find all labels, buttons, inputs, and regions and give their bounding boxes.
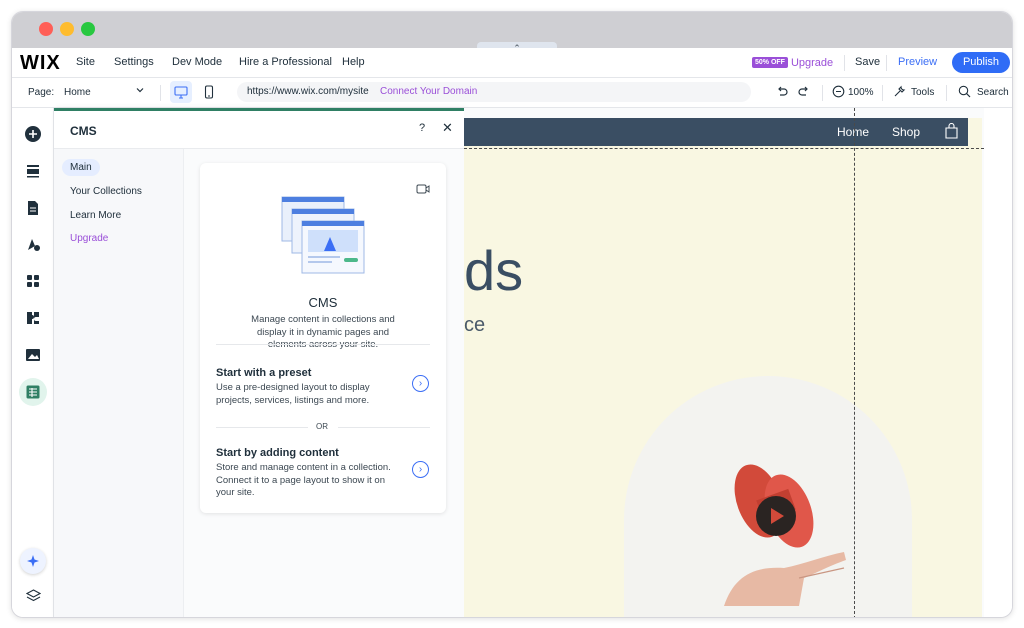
editor-toolbar: Page: Home https://www.wix.com/mysite Co… bbox=[12, 78, 1012, 108]
preset-option-title[interactable]: Start with a preset bbox=[216, 367, 311, 379]
desktop-view-button[interactable] bbox=[170, 81, 192, 103]
panel-title: CMS bbox=[70, 124, 97, 138]
nav-learn-more[interactable]: Learn More bbox=[70, 210, 121, 221]
video-tutorial-icon[interactable] bbox=[416, 181, 430, 199]
divider bbox=[216, 344, 430, 345]
undo-icon[interactable] bbox=[775, 85, 789, 102]
cms-intro-card: CMS Manage content in collections and di… bbox=[200, 163, 446, 513]
minimize-window-button[interactable] bbox=[60, 22, 74, 36]
hero-subheading[interactable]: ce bbox=[464, 314, 485, 337]
maximize-window-button[interactable] bbox=[81, 22, 95, 36]
card-title: CMS bbox=[308, 295, 338, 310]
apps-icon[interactable] bbox=[21, 269, 45, 293]
site-preview[interactable]: Home Shop ds ce bbox=[464, 118, 982, 617]
divider bbox=[886, 55, 887, 71]
preview-button[interactable]: Preview bbox=[898, 56, 937, 68]
divider bbox=[822, 85, 823, 101]
save-button[interactable]: Save bbox=[855, 56, 880, 68]
top-menu-bar: WIX Site Settings Dev Mode Hire a Profes… bbox=[12, 48, 1012, 78]
ai-assistant-button[interactable] bbox=[20, 548, 46, 574]
chevron-down-icon[interactable] bbox=[135, 85, 145, 98]
divider bbox=[882, 85, 883, 101]
wix-logo: WIX bbox=[20, 52, 61, 74]
add-content-option-title[interactable]: Start by adding content bbox=[216, 447, 339, 459]
site-nav-home[interactable]: Home bbox=[837, 125, 869, 139]
mobile-icon bbox=[204, 85, 214, 99]
upgrade-label: Upgrade bbox=[790, 56, 834, 69]
or-separator: OR bbox=[216, 421, 430, 433]
title-bar: ⌃ bbox=[12, 12, 1012, 54]
connect-domain-link[interactable]: Connect Your Domain bbox=[380, 86, 477, 97]
editor-canvas[interactable]: Home Shop ds ce bbox=[464, 108, 984, 617]
page-label: Page: bbox=[28, 87, 55, 98]
tools-icon[interactable] bbox=[893, 85, 906, 101]
sections-icon[interactable] bbox=[21, 159, 45, 183]
editor-window: ⌃ WIX Site Settings Dev Mode Hire a Prof… bbox=[11, 11, 1013, 618]
url-bar[interactable]: https://www.wix.com/mysite Connect Your … bbox=[237, 82, 751, 102]
page-selector[interactable]: Home bbox=[64, 87, 91, 98]
upgrade-button[interactable]: 50% OFF Upgrade bbox=[752, 54, 833, 72]
menu-hire-professional[interactable]: Hire a Professional bbox=[239, 56, 332, 68]
site-nav-shop[interactable]: Shop bbox=[892, 125, 920, 139]
help-button[interactable]: ? bbox=[419, 122, 425, 134]
mobile-view-button[interactable] bbox=[198, 81, 220, 103]
zoom-level[interactable]: 100% bbox=[848, 87, 874, 98]
zoom-out-icon[interactable] bbox=[832, 85, 845, 101]
desktop-icon bbox=[174, 85, 188, 99]
add-content-option-description: Store and manage content in a collection… bbox=[216, 462, 391, 498]
menu-dev-mode[interactable]: Dev Mode bbox=[172, 56, 222, 68]
cms-content: CMS Manage content in collections and di… bbox=[184, 149, 464, 617]
publish-button[interactable]: Publish bbox=[952, 52, 1010, 73]
tools-button[interactable]: Tools bbox=[911, 87, 934, 98]
add-content-arrow-button[interactable]: › bbox=[412, 461, 429, 478]
nav-upgrade[interactable]: Upgrade bbox=[70, 233, 108, 244]
discount-badge: 50% OFF bbox=[752, 57, 788, 69]
cms-illustration bbox=[281, 196, 365, 274]
guide-line-vertical bbox=[854, 108, 855, 617]
media-icon[interactable] bbox=[21, 343, 45, 367]
divider bbox=[160, 85, 161, 101]
site-header[interactable]: Home Shop bbox=[464, 118, 968, 146]
divider bbox=[946, 85, 947, 101]
search-button[interactable]: Search bbox=[977, 87, 1009, 98]
toy-product-image[interactable] bbox=[704, 456, 874, 606]
site-url: https://www.wix.com/mysite bbox=[247, 86, 369, 97]
or-label: OR bbox=[316, 422, 328, 431]
hero-heading[interactable]: ds bbox=[464, 238, 523, 303]
nav-your-collections[interactable]: Your Collections bbox=[70, 186, 142, 197]
cms-panel-header: CMS ? ✕ bbox=[54, 111, 464, 149]
cms-panel: CMS ? ✕ Main Your Collections Learn More… bbox=[54, 108, 464, 617]
nav-main[interactable]: Main bbox=[62, 159, 100, 176]
search-icon[interactable] bbox=[958, 85, 971, 101]
guide-line-horizontal bbox=[464, 148, 984, 149]
sparkle-icon bbox=[27, 555, 39, 567]
canvas-margin bbox=[984, 108, 1012, 617]
add-elements-icon[interactable] bbox=[21, 122, 45, 146]
close-panel-button[interactable]: ✕ bbox=[442, 120, 453, 136]
card-description: Manage content in collections and displa… bbox=[251, 314, 395, 350]
menu-settings[interactable]: Settings bbox=[114, 56, 154, 68]
divider bbox=[844, 55, 845, 71]
close-window-button[interactable] bbox=[39, 22, 53, 36]
preset-arrow-button[interactable]: › bbox=[412, 375, 429, 392]
layers-icon[interactable] bbox=[21, 584, 45, 608]
cms-icon[interactable] bbox=[19, 378, 47, 406]
cms-nav: Main Your Collections Learn More Upgrade bbox=[54, 149, 184, 617]
preset-option-description: Use a pre-designed layout to display pro… bbox=[216, 382, 370, 406]
redo-icon[interactable] bbox=[797, 85, 811, 102]
business-tools-icon[interactable] bbox=[21, 306, 45, 330]
menu-help[interactable]: Help bbox=[342, 56, 365, 68]
design-icon[interactable] bbox=[21, 232, 45, 256]
left-tool-rail bbox=[12, 108, 54, 617]
menu-site[interactable]: Site bbox=[76, 56, 95, 68]
cart-icon[interactable] bbox=[944, 122, 959, 142]
pages-icon[interactable] bbox=[21, 196, 45, 220]
